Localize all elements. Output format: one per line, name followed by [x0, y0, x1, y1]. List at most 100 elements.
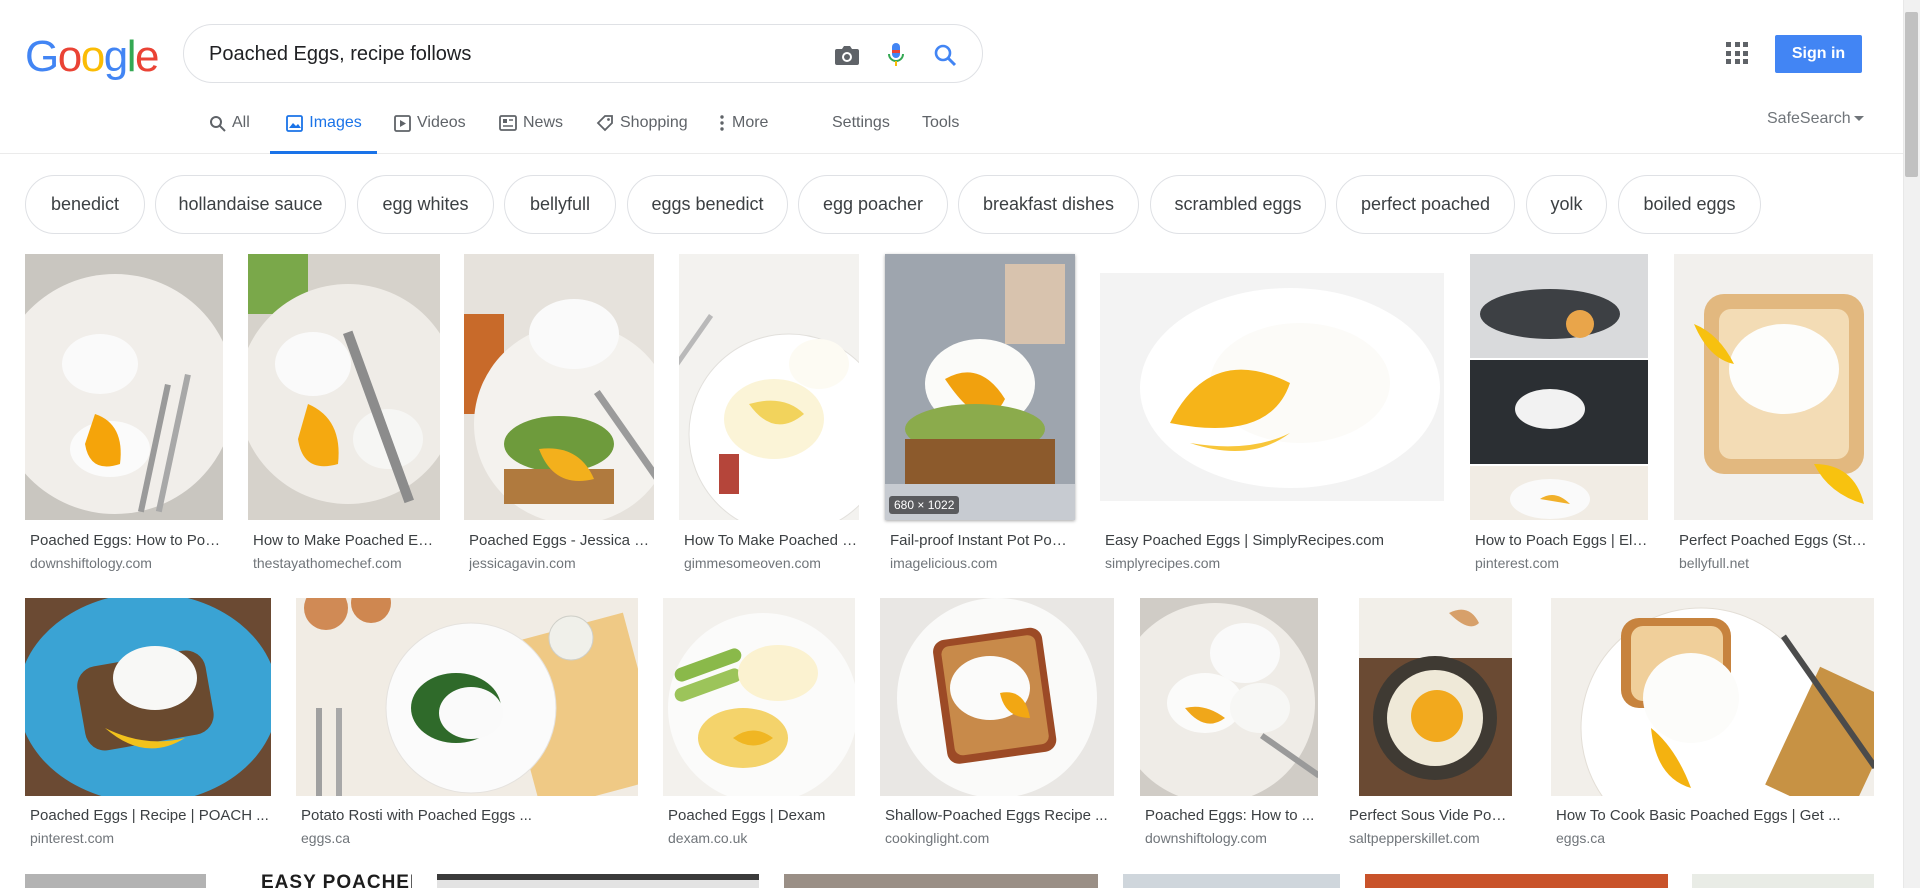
- google-logo[interactable]: Google: [25, 32, 159, 82]
- result-site[interactable]: pinterest.com: [1475, 555, 1648, 571]
- image-result[interactable]: Poached Eggs - Jessica Gavin jessicagavi…: [464, 254, 654, 574]
- result-thumbnail[interactable]: [1551, 598, 1874, 796]
- image-result[interactable]: [784, 874, 1098, 888]
- result-thumbnail[interactable]: [1140, 598, 1318, 796]
- image-result[interactable]: EASY POACHED: [231, 874, 412, 888]
- result-title[interactable]: Poached Eggs - Jessica Gavin: [469, 532, 654, 549]
- result-thumbnail[interactable]: [25, 254, 223, 520]
- result-thumbnail[interactable]: [880, 598, 1114, 796]
- microphone-icon[interactable]: [882, 41, 910, 69]
- result-site[interactable]: dexam.co.uk: [668, 830, 855, 846]
- image-result[interactable]: How To Cook Basic Poached Eggs | Get ...…: [1551, 598, 1874, 858]
- image-result[interactable]: [25, 874, 206, 888]
- image-result[interactable]: 680 × 1022 Fail-proof Instant Pot Poache…: [885, 254, 1075, 574]
- result-title[interactable]: Poached Eggs | Recipe | POACH ...: [30, 807, 271, 824]
- result-thumbnail[interactable]: [296, 598, 638, 796]
- image-result[interactable]: Shallow-Poached Eggs Recipe ... cookingl…: [880, 598, 1114, 858]
- result-thumbnail[interactable]: [1100, 273, 1444, 501]
- result-site[interactable]: downshiftology.com: [1145, 830, 1318, 846]
- result-site[interactable]: thestayathomechef.com: [253, 555, 440, 571]
- result-thumbnail[interactable]: [25, 598, 271, 796]
- result-thumbnail[interactable]: [679, 254, 859, 520]
- result-thumbnail[interactable]: [25, 874, 206, 888]
- related-chip[interactable]: bellyfull: [504, 175, 616, 234]
- result-title[interactable]: Shallow-Poached Eggs Recipe ...: [885, 807, 1114, 824]
- result-title[interactable]: Perfect Sous Vide Poached Eggs: [1349, 807, 1512, 824]
- result-title[interactable]: Easy Poached Eggs | SimplyRecipes.com: [1105, 532, 1444, 549]
- related-chip[interactable]: scrambled eggs: [1150, 175, 1326, 234]
- image-result[interactable]: Poached Eggs | Dexam dexam.co.uk: [663, 598, 855, 858]
- result-site[interactable]: simplyrecipes.com: [1105, 555, 1444, 571]
- result-thumbnail[interactable]: [784, 874, 1098, 888]
- related-chip[interactable]: hollandaise sauce: [155, 175, 346, 234]
- image-result[interactable]: How to Make Poached Eggs thestayathomech…: [248, 254, 440, 574]
- result-thumbnail[interactable]: [1692, 874, 1874, 888]
- image-result[interactable]: Perfect Poached Eggs (Step by Step) bell…: [1674, 254, 1873, 574]
- image-result[interactable]: Perfect Sous Vide Poached Eggs saltpeppe…: [1344, 598, 1512, 858]
- result-site[interactable]: gimmesomeoven.com: [684, 555, 859, 571]
- image-result[interactable]: How to Poach Eggs | Eleven pinterest.com: [1470, 254, 1648, 574]
- sign-in-button[interactable]: Sign in: [1775, 35, 1862, 73]
- image-result[interactable]: Poached Eggs: How to ... downshiftology.…: [1140, 598, 1318, 858]
- related-chip[interactable]: egg whites: [357, 175, 494, 234]
- result-title[interactable]: Poached Eggs | Dexam: [668, 807, 855, 824]
- tab-videos[interactable]: Videos: [393, 114, 466, 154]
- result-site[interactable]: imagelicious.com: [890, 555, 1075, 571]
- scrollbar-thumb[interactable]: [1905, 12, 1918, 177]
- result-title[interactable]: How To Make Poached Eggs: [684, 532, 859, 549]
- tab-all[interactable]: All: [208, 114, 250, 154]
- related-chip[interactable]: breakfast dishes: [958, 175, 1139, 234]
- result-thumbnail[interactable]: [1123, 874, 1340, 888]
- tab-more[interactable]: More: [718, 114, 768, 154]
- related-chip[interactable]: boiled eggs: [1618, 175, 1761, 234]
- search-box[interactable]: Poached Eggs, recipe follows: [183, 24, 983, 83]
- result-site[interactable]: jessicagavin.com: [469, 555, 654, 571]
- result-thumbnail[interactable]: [1674, 254, 1873, 520]
- image-result[interactable]: Easy Poached Eggs | SimplyRecipes.com si…: [1100, 254, 1444, 574]
- result-thumbnail[interactable]: [1470, 254, 1648, 520]
- page-scrollbar[interactable]: [1903, 0, 1920, 888]
- result-thumbnail[interactable]: [1359, 598, 1512, 796]
- result-title[interactable]: How To Cook Basic Poached Eggs | Get ...: [1556, 807, 1874, 824]
- camera-icon[interactable]: [833, 41, 861, 69]
- result-thumbnail[interactable]: [248, 254, 440, 520]
- related-chip[interactable]: benedict: [25, 175, 145, 234]
- image-result[interactable]: [1365, 874, 1668, 888]
- result-thumbnail[interactable]: [464, 254, 654, 520]
- result-site[interactable]: cookinglight.com: [885, 830, 1114, 846]
- result-site[interactable]: bellyfull.net: [1679, 555, 1873, 571]
- result-site[interactable]: eggs.ca: [1556, 830, 1874, 846]
- tab-news[interactable]: News: [499, 114, 563, 154]
- image-result[interactable]: Potato Rosti with Poached Eggs ... eggs.…: [296, 598, 638, 858]
- result-title[interactable]: How to Poach Eggs | Eleven: [1475, 532, 1648, 549]
- result-thumbnail[interactable]: [437, 874, 759, 888]
- result-site[interactable]: pinterest.com: [30, 830, 271, 846]
- tab-tools[interactable]: Tools: [922, 114, 959, 154]
- result-title[interactable]: Poached Eggs: How to Poach Eggs | Downsh…: [30, 532, 223, 549]
- image-result[interactable]: [437, 874, 759, 888]
- related-chip[interactable]: yolk: [1526, 175, 1607, 234]
- search-input[interactable]: Poached Eggs, recipe follows: [209, 43, 471, 66]
- result-title[interactable]: Poached Eggs: How to ...: [1145, 807, 1318, 824]
- tab-shopping[interactable]: Shopping: [596, 114, 688, 154]
- result-site[interactable]: saltpepperskillet.com: [1349, 830, 1512, 846]
- related-chip[interactable]: perfect poached: [1336, 175, 1515, 234]
- image-result[interactable]: [1123, 874, 1340, 888]
- result-site[interactable]: downshiftology.com: [30, 555, 223, 571]
- image-result[interactable]: How To Make Poached Eggs gimmesomeoven.c…: [679, 254, 859, 574]
- apps-grid-icon[interactable]: [1726, 42, 1748, 64]
- related-chip[interactable]: egg poacher: [798, 175, 948, 234]
- result-title[interactable]: Fail-proof Instant Pot Poached Eggs: [890, 532, 1075, 549]
- tab-images[interactable]: Images: [270, 114, 377, 154]
- image-result[interactable]: Poached Eggs: How to Poach Eggs | Downsh…: [25, 254, 223, 574]
- tab-settings[interactable]: Settings: [832, 114, 890, 154]
- result-title[interactable]: How to Make Poached Eggs: [253, 532, 440, 549]
- result-title[interactable]: Perfect Poached Eggs (Step by Step): [1679, 532, 1873, 549]
- search-icon[interactable]: [931, 41, 959, 69]
- result-thumbnail[interactable]: [1365, 874, 1668, 888]
- related-chip[interactable]: eggs benedict: [627, 175, 788, 234]
- result-site[interactable]: eggs.ca: [301, 830, 638, 846]
- image-result[interactable]: Poached Eggs | Recipe | POACH ... pinter…: [25, 598, 271, 858]
- result-thumbnail[interactable]: 680 × 1022: [885, 254, 1075, 520]
- result-thumbnail[interactable]: [663, 598, 855, 796]
